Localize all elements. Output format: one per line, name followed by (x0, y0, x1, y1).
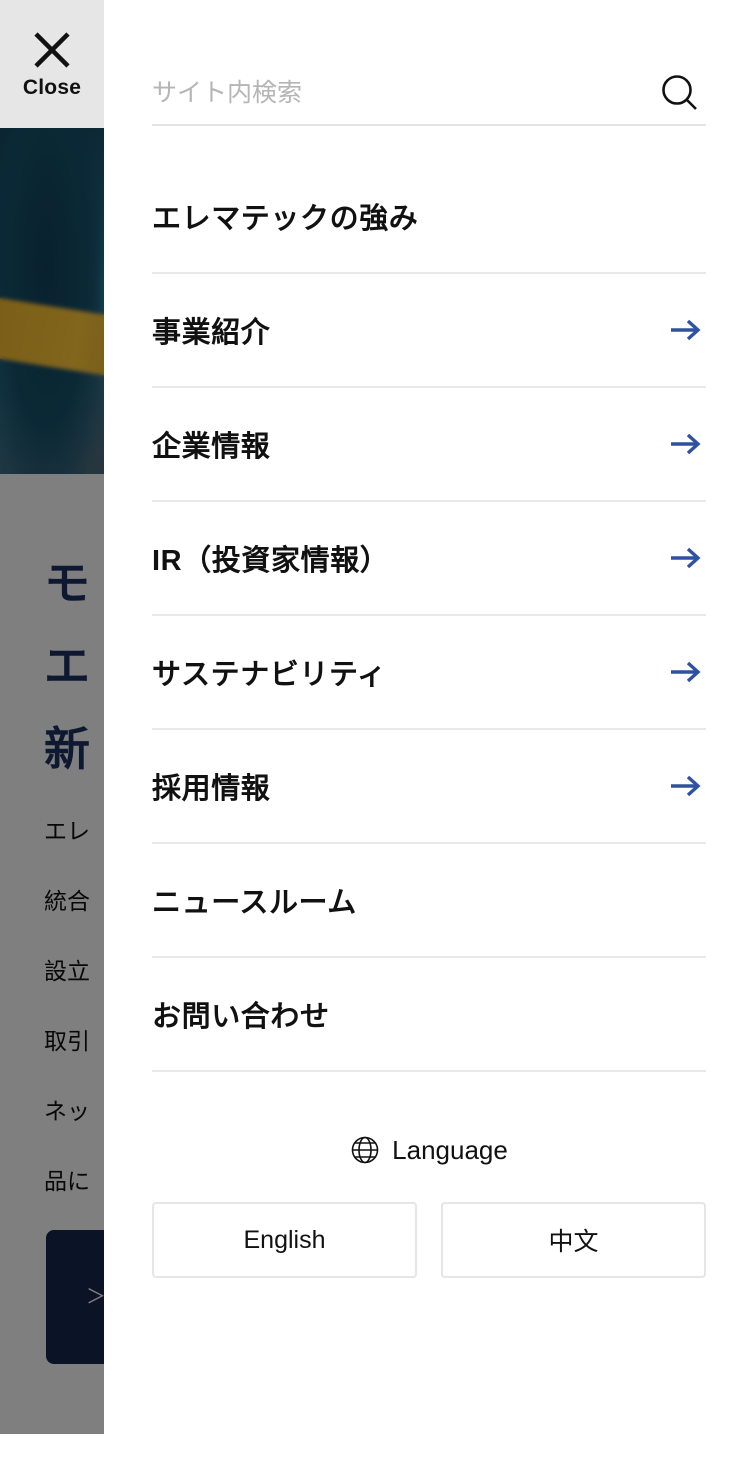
nav-item-strengths[interactable]: エレマテックの強み (152, 160, 706, 274)
mobile-menu-overlay-screen: モ エ 新 エレ 統合 設立 取引 ネッ 品に す。 ＞ Close エレマ (0, 0, 754, 1468)
background-cta-button[interactable]: ＞ (46, 1230, 104, 1364)
nav-item-label: 企業情報 (152, 431, 271, 463)
search-bar (152, 62, 706, 126)
main-navigation-list: エレマテックの強み 事業紹介 企業情報 IR（投資家情報） サステナビリティ 採… (152, 160, 706, 1072)
arrow-right-icon (671, 547, 701, 569)
background-heading: モ エ 新 (44, 557, 91, 775)
nav-item-recruit[interactable]: 採用情報 (152, 730, 706, 844)
arrow-right-icon (671, 433, 701, 455)
nav-item-ir[interactable]: IR（投資家情報） (152, 502, 706, 616)
close-icon (34, 32, 70, 68)
nav-item-company[interactable]: 企業情報 (152, 388, 706, 502)
language-button-chinese[interactable]: 中文 (441, 1202, 706, 1278)
nav-item-label: 事業紹介 (152, 317, 271, 349)
language-heading: Language (152, 1120, 706, 1180)
search-submit-button[interactable] (654, 67, 706, 119)
hero-image (0, 128, 104, 474)
arrow-right-icon (671, 775, 701, 797)
nav-item-label: ニュースルーム (152, 887, 357, 919)
search-icon (662, 75, 697, 110)
menu-panel: エレマテックの強み 事業紹介 企業情報 (104, 0, 754, 1468)
background-page: モ エ 新 エレ 統合 設立 取引 ネッ 品に す。 ＞ (0, 0, 104, 1468)
language-button-group: English 中文 (152, 1202, 706, 1278)
arrow-right-icon (671, 661, 701, 683)
background-body: モ エ 新 エレ 統合 設立 取引 ネッ 品に す。 ＞ (0, 474, 104, 1434)
language-section: Language English 中文 (152, 1120, 706, 1278)
globe-icon (351, 1136, 379, 1164)
nav-item-label: お問い合わせ (152, 1001, 330, 1033)
search-input[interactable] (152, 78, 654, 108)
nav-item-business[interactable]: 事業紹介 (152, 274, 706, 388)
language-button-english[interactable]: English (152, 1202, 417, 1278)
nav-item-newsroom[interactable]: ニュースルーム (152, 844, 706, 958)
close-button-label: Close (22, 76, 82, 99)
close-button[interactable]: Close (0, 0, 104, 128)
arrow-right-icon (671, 319, 701, 341)
nav-item-label: IR（投資家情報） (152, 545, 390, 577)
nav-item-label: エレマテックの強み (152, 203, 419, 235)
hero-blur-layer (0, 128, 104, 474)
nav-item-sustainability[interactable]: サステナビリティ (152, 616, 706, 730)
background-paragraph: エレ 統合 設立 取引 ネッ 品に す。 (44, 818, 90, 1264)
language-heading-label: Language (392, 1134, 508, 1165)
nav-item-label: 採用情報 (152, 773, 271, 805)
nav-item-contact[interactable]: お問い合わせ (152, 958, 706, 1072)
nav-item-label: サステナビリティ (152, 659, 387, 691)
